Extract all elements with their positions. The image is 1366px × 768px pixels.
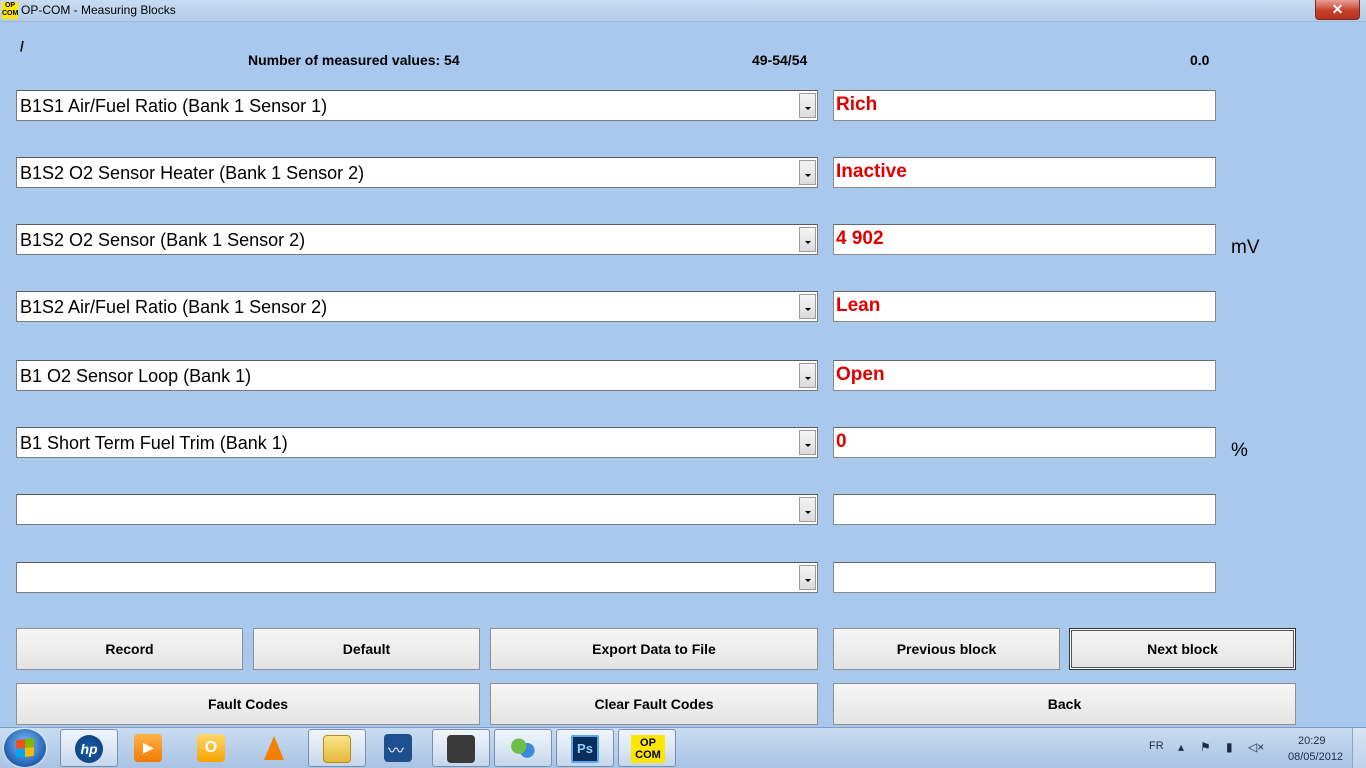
clear-fault-codes-button[interactable]: Clear Fault Codes: [490, 683, 818, 725]
opcom-icon: OP COM: [631, 735, 665, 763]
next-block-button[interactable]: Next block: [1069, 628, 1296, 670]
parameter-select[interactable]: B1 Short Term Fuel Trim (Bank 1): [16, 427, 818, 458]
taskbar-item-media-center[interactable]: [120, 729, 178, 767]
measure-row: B1S2 O2 Sensor Heater (Bank 1 Sensor 2) …: [0, 157, 1366, 189]
window-title: OP-COM - Measuring Blocks: [21, 3, 176, 17]
vlc-cone-icon: [260, 734, 288, 762]
unit-label: mV: [1231, 237, 1260, 258]
start-orb-icon[interactable]: [4, 729, 46, 767]
chevron-down-icon[interactable]: [799, 160, 816, 185]
opcom-app-icon[interactable]: OP COM: [2, 2, 18, 19]
taskbar-item-chart-app[interactable]: [370, 729, 428, 767]
measure-row: B1S2 O2 Sensor (Bank 1 Sensor 2) 4 902 m…: [0, 224, 1366, 258]
fault-codes-button[interactable]: Fault Codes: [16, 683, 480, 725]
measure-row: [0, 562, 1366, 594]
volume-muted-icon[interactable]: ◁×: [1248, 740, 1264, 754]
value-field: Open: [833, 360, 1216, 391]
flag-icon[interactable]: ⚑: [1200, 740, 1211, 754]
taskbar-item-opcom[interactable]: OP COM: [618, 729, 676, 767]
measure-row: B1S1 Air/Fuel Ratio (Bank 1 Sensor 1) Ri…: [0, 90, 1366, 122]
default-button[interactable]: Default: [253, 628, 480, 670]
parameter-select[interactable]: B1S2 O2 Sensor Heater (Bank 1 Sensor 2): [16, 157, 818, 188]
hp-icon: hp: [75, 735, 103, 763]
value-field: [833, 562, 1216, 593]
measure-row: [0, 494, 1366, 526]
taskbar-item-explorer[interactable]: [308, 729, 366, 767]
clock-date[interactable]: 08/05/2012: [1288, 751, 1343, 763]
taskbar: hp O Ps OP COM FR ▴ ⚑ ▮ ◁× 20:29 08/05/2…: [0, 727, 1366, 768]
path-indicator: /: [20, 38, 24, 54]
taskbar-item-vlc[interactable]: [246, 729, 304, 767]
parameter-label: B1 Short Term Fuel Trim (Bank 1): [20, 433, 288, 453]
chevron-down-icon[interactable]: [799, 430, 816, 455]
measure-row: B1 Short Term Fuel Trim (Bank 1) 0 %: [0, 427, 1366, 461]
measure-row: B1S2 Air/Fuel Ratio (Bank 1 Sensor 2) Le…: [0, 291, 1366, 323]
parameter-select[interactable]: B1S1 Air/Fuel Ratio (Bank 1 Sensor 1): [16, 90, 818, 121]
header-value: 0.0: [1190, 52, 1210, 68]
chevron-down-icon[interactable]: [799, 227, 816, 252]
taskbar-item-hp[interactable]: hp: [60, 729, 118, 767]
chevron-up-icon[interactable]: ▴: [1178, 740, 1184, 754]
record-button[interactable]: Record: [16, 628, 243, 670]
parameter-select[interactable]: B1S2 Air/Fuel Ratio (Bank 1 Sensor 2): [16, 291, 818, 322]
taskbar-item-photoshop[interactable]: Ps: [556, 729, 614, 767]
measure-row: B1 O2 Sensor Loop (Bank 1) Open: [0, 360, 1366, 392]
chevron-down-icon[interactable]: [799, 363, 816, 388]
outlook-icon: O: [197, 734, 225, 762]
title-bar[interactable]: OP COM OP-COM - Measuring Blocks ✕: [0, 0, 1366, 22]
photoshop-icon: Ps: [571, 735, 599, 763]
value-text: 0: [836, 431, 847, 452]
media-center-icon: [134, 734, 162, 762]
parameter-select[interactable]: [16, 494, 818, 525]
parameter-select[interactable]: B1S2 O2 Sensor (Bank 1 Sensor 2): [16, 224, 818, 255]
taskbar-item-messenger[interactable]: [494, 729, 552, 767]
clock-time[interactable]: 20:29: [1298, 735, 1326, 747]
device-icon: [447, 735, 475, 763]
battery-icon[interactable]: ▮: [1226, 740, 1233, 754]
parameter-label: B1S1 Air/Fuel Ratio (Bank 1 Sensor 1): [20, 96, 328, 116]
export-data-button[interactable]: Export Data to File: [490, 628, 818, 670]
messenger-icon: [509, 735, 537, 763]
taskbar-item-outlook[interactable]: O: [183, 729, 241, 767]
parameter-label: B1 O2 Sensor Loop (Bank 1): [20, 366, 252, 386]
language-indicator[interactable]: FR: [1149, 740, 1164, 752]
value-text: Open: [836, 364, 885, 385]
taskbar-item-device[interactable]: [432, 729, 490, 767]
value-text: Rich: [836, 94, 878, 115]
value-text: 4 902: [836, 228, 884, 249]
parameter-label: B1S2 O2 Sensor Heater (Bank 1 Sensor 2): [20, 163, 365, 183]
chevron-down-icon[interactable]: [799, 294, 816, 319]
folder-icon: [323, 735, 351, 763]
chevron-down-icon[interactable]: [799, 497, 816, 522]
close-button[interactable]: ✕: [1315, 0, 1360, 20]
value-field: Inactive: [833, 157, 1216, 188]
parameter-label: B1S2 O2 Sensor (Bank 1 Sensor 2): [20, 230, 306, 250]
value-field: Lean: [833, 291, 1216, 322]
value-field: [833, 494, 1216, 525]
unit-label: %: [1231, 440, 1248, 461]
value-field: Rich: [833, 90, 1216, 121]
value-text: Inactive: [836, 161, 907, 182]
parameter-select[interactable]: [16, 562, 818, 593]
chart-app-icon: [384, 734, 412, 762]
chevron-down-icon[interactable]: [799, 93, 816, 118]
show-desktop-button[interactable]: [1352, 728, 1366, 768]
value-text: Lean: [836, 295, 881, 316]
parameter-label: B1S2 Air/Fuel Ratio (Bank 1 Sensor 2): [20, 297, 328, 317]
previous-block-button[interactable]: Previous block: [833, 628, 1060, 670]
measured-values-count: Number of measured values: 54: [248, 52, 460, 68]
block-range: 49-54/54: [752, 52, 808, 68]
parameter-select[interactable]: B1 O2 Sensor Loop (Bank 1): [16, 360, 818, 391]
value-field: 0: [833, 427, 1216, 458]
chevron-down-icon[interactable]: [799, 565, 816, 590]
value-field: 4 902: [833, 224, 1216, 255]
back-button[interactable]: Back: [833, 683, 1296, 725]
